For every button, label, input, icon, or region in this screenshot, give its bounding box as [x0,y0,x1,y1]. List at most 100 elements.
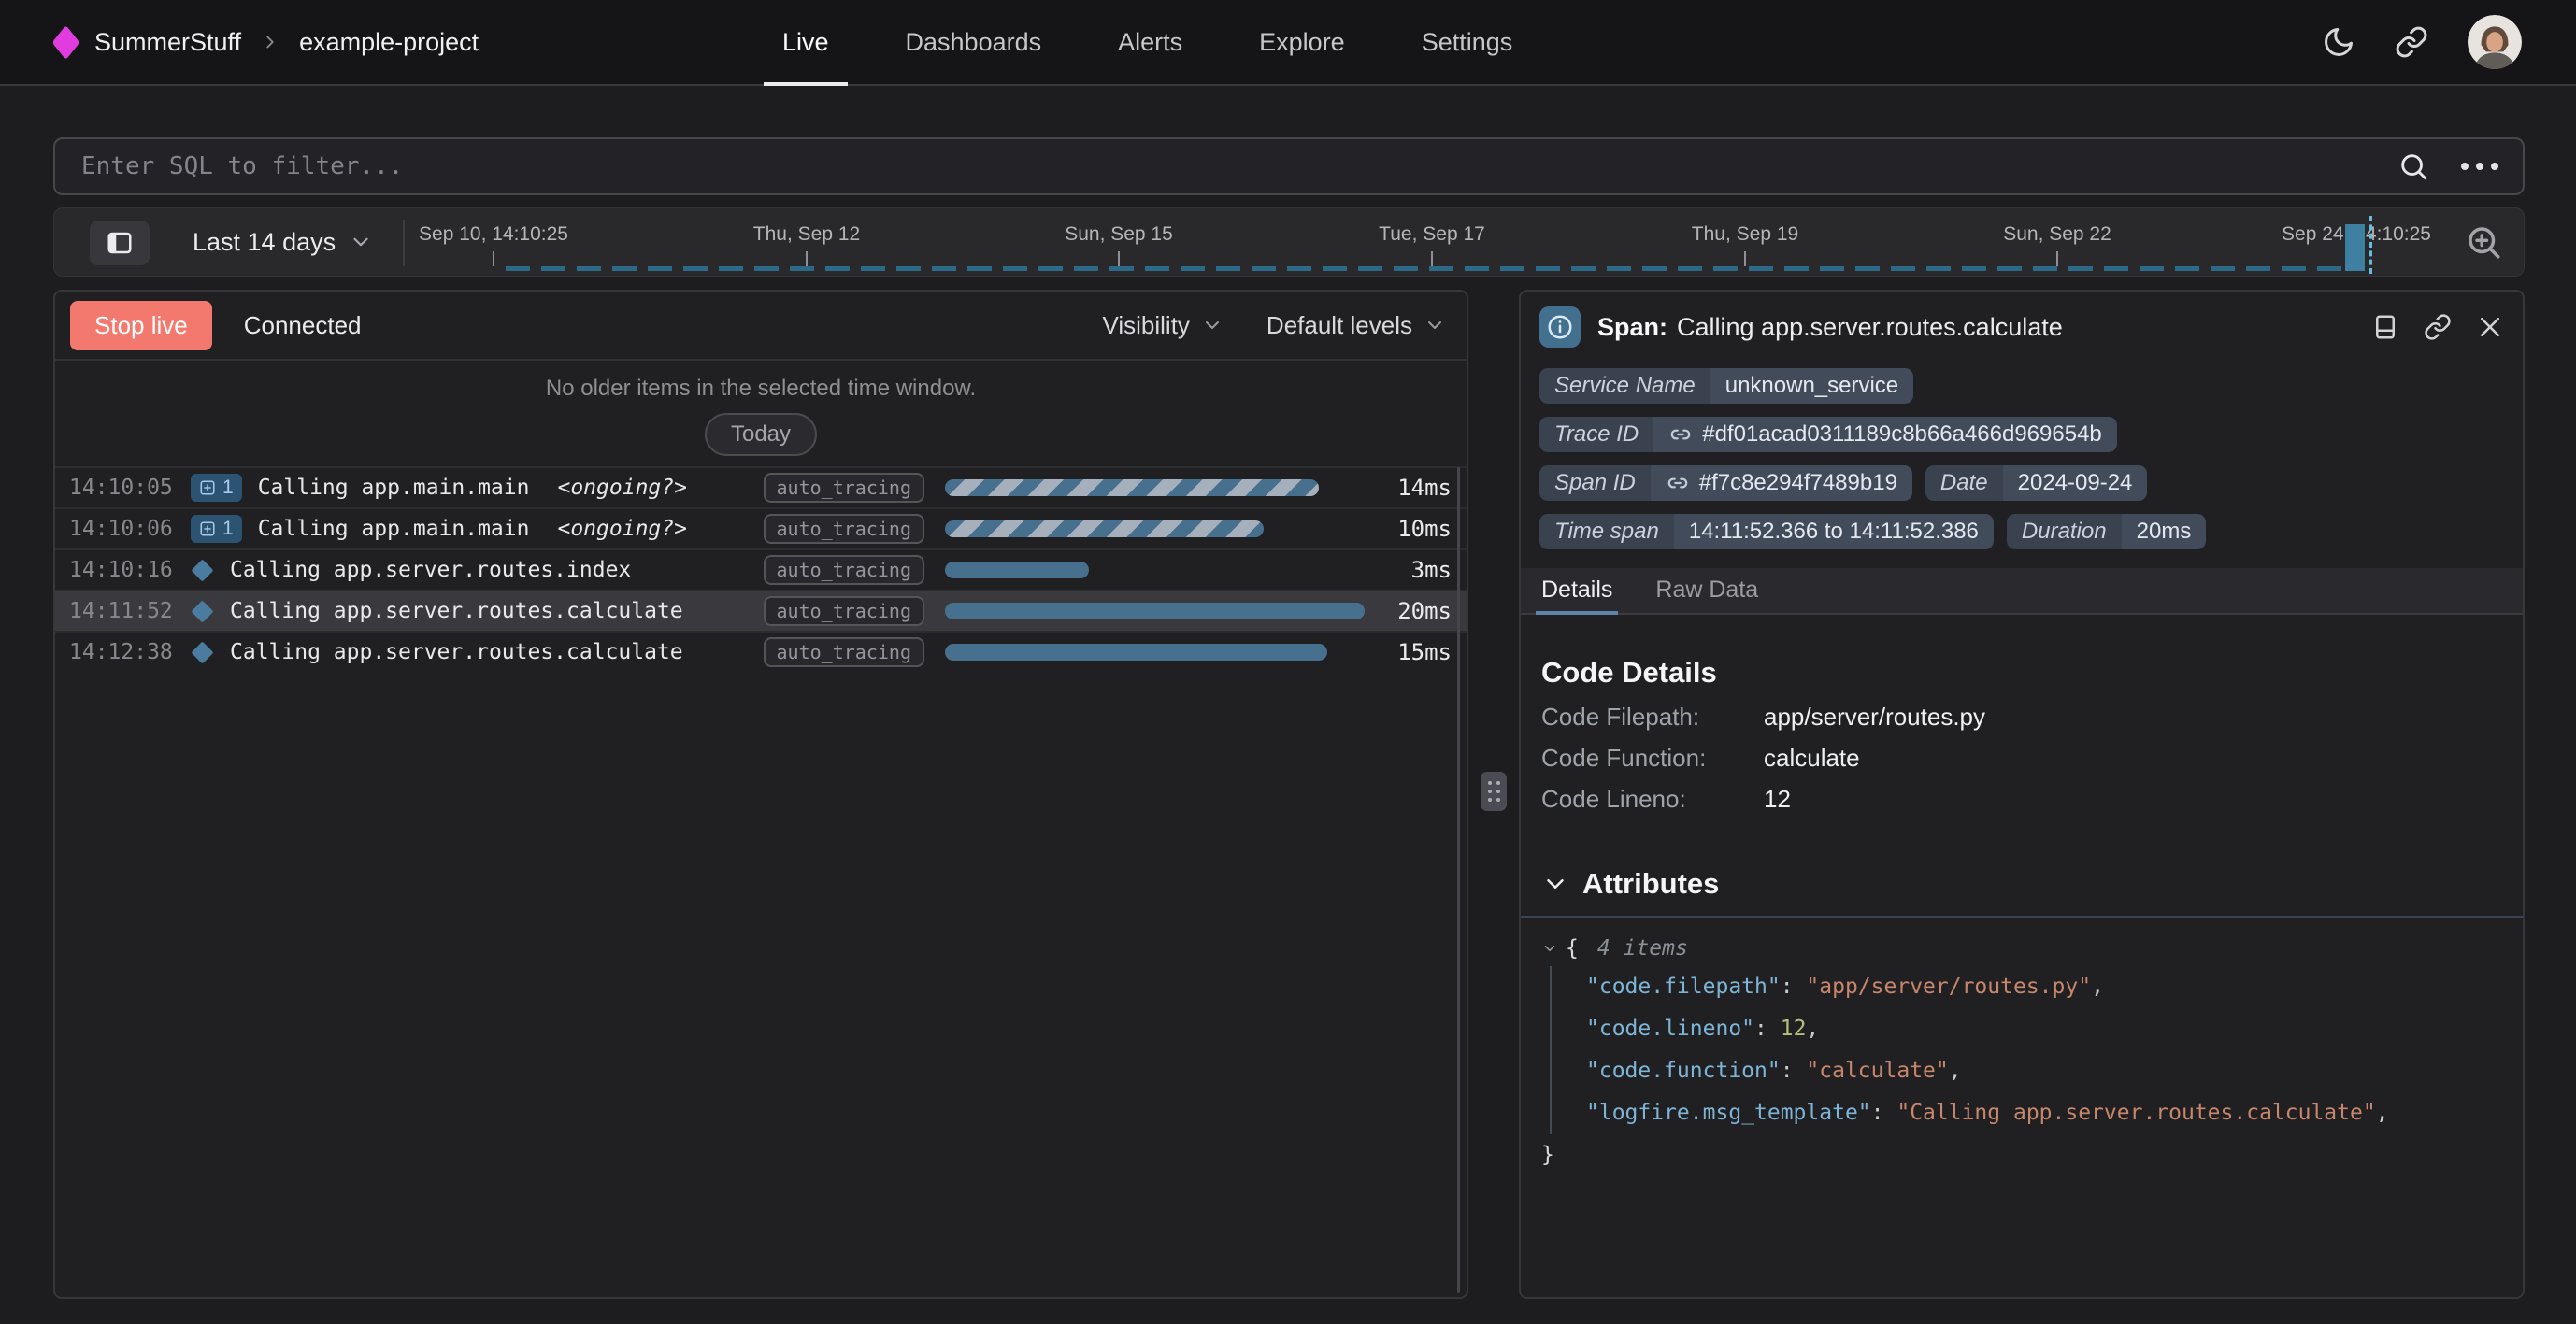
breadcrumb-project[interactable]: example-project [299,28,479,57]
row-duration: 3ms [1369,557,1467,583]
tab-alerts[interactable]: Alerts [1099,0,1201,84]
divider [403,220,405,266]
row-timestamp: 14:10:05 [69,476,191,500]
duration-badge: Duration20ms [2007,514,2206,549]
row-duration-track [945,603,1369,619]
detail-title: Span:Calling app.server.routes.calculate [1597,313,2063,342]
dock-panel-icon[interactable] [2371,313,2399,341]
log-row[interactable]: 14:12:38 Calling app.server.routes.calcu… [55,631,1467,672]
timeline-cursor [2369,216,2372,274]
chevron-down-icon [349,230,373,254]
trace-id-badge: Trace ID#df01acad0311189c8b66a466d969654… [1539,417,2117,452]
log-row[interactable]: 14:10:06 1 Calling app.main.main <ongoin… [55,507,1467,548]
row-duration-bar [945,603,1365,619]
timeline-activity-strip [506,266,2345,271]
timeline-tick-label: Thu, Sep 12 [753,223,860,246]
row-message: Calling app.server.routes.calculate [230,599,683,623]
span-id-badge: Span ID#f7c8e294f7489b19 [1539,465,1912,501]
share-link-icon[interactable] [2395,25,2428,59]
log-row[interactable]: 14:10:05 1 Calling app.main.main <ongoin… [55,466,1467,507]
row-message: Calling app.server.routes.index [230,558,631,582]
log-row-selected[interactable]: 14:11:52 Calling app.server.routes.calcu… [55,590,1467,631]
timeline-tick-mark [2056,251,2058,266]
attributes-json-viewer: { 4 items "code.filepath": "app/server/r… [1541,936,2502,1176]
time-range-dropdown[interactable]: Last 14 days [193,208,373,276]
timeline-tick-mark [1118,251,1120,266]
code-filepath-row: Code Filepath:app/server/routes.py [1541,703,2502,731]
today-button[interactable]: Today [705,413,817,456]
chevron-down-icon [1424,314,1446,336]
code-function-row: Code Function:calculate [1541,744,2502,772]
info-icon [1539,306,1581,348]
nav-tabs: Live Dashboards Alerts Explore Settings [764,0,1531,84]
divider [1521,916,2523,918]
span-diamond-icon [191,559,213,581]
json-entry: "code.lineno": 12, [1586,1008,2502,1050]
sql-filter-input[interactable] [79,151,2397,181]
trace-link-icon[interactable] [1668,422,1693,447]
live-view-panel: Stop live Connected Visibility Default l… [53,290,1468,1299]
sidebar-toggle-button[interactable] [90,221,150,265]
timeline-tick-label: Thu, Sep 19 [1692,223,1798,246]
row-scope-tag[interactable]: auto_tracing [764,596,925,626]
json-entry: "code.filepath": "app/server/routes.py", [1586,966,2502,1008]
time-span-badge: Time span14:11:52.366 to 14:11:52.386 [1539,514,1994,549]
code-details-section: Code Details Code Filepath:app/server/ro… [1521,656,2523,813]
attributes-heading: Attributes [1541,867,2502,901]
moon-icon[interactable] [2322,25,2355,59]
breadcrumb: SummerStuff example-project [0,28,479,57]
row-duration-track [945,479,1369,496]
children-count-badge[interactable]: 1 [191,515,242,543]
row-scope-tag[interactable]: auto_tracing [764,514,925,544]
timeline-tick-mark [1744,251,1746,266]
row-scope-tag[interactable]: auto_tracing [764,473,925,503]
tab-settings[interactable]: Settings [1403,0,1532,84]
stop-live-button[interactable]: Stop live [70,301,212,350]
copy-link-icon[interactable] [2424,313,2452,341]
json-collapse-icon[interactable] [1541,940,1558,957]
live-panel-header: Stop live Connected Visibility Default l… [55,292,1467,361]
detail-header: Span:Calling app.server.routes.calculate [1521,292,2523,363]
row-duration: 14ms [1369,475,1467,501]
default-levels-dropdown[interactable]: Default levels [1267,311,1446,340]
tab-explore[interactable]: Explore [1240,0,1364,84]
span-diamond-icon [191,641,213,663]
row-timestamp: 14:10:06 [69,517,191,541]
breadcrumb-org[interactable]: SummerStuff [94,28,241,57]
visibility-dropdown[interactable]: Visibility [1102,311,1223,340]
tab-live[interactable]: Live [764,0,848,84]
row-scope-tag[interactable]: auto_tracing [764,555,925,585]
date-badge: Date2024-09-24 [1925,465,2147,501]
json-entry: "code.function": "calculate", [1586,1050,2502,1092]
scrollbar[interactable] [1457,467,1460,1293]
timeline-tick-mark [806,251,808,266]
row-duration-bar [945,479,1319,496]
panel-resize-handle[interactable] [1481,772,1507,811]
time-range-bar[interactable]: Last 14 days Sep 10, 14:10:25 Thu, Sep 1… [53,207,2525,277]
top-nav: SummerStuff example-project Live Dashboa… [0,0,2576,86]
tab-raw-data[interactable]: Raw Data [1655,577,1758,613]
code-details-heading: Code Details [1541,656,2502,690]
span-diamond-icon [191,600,213,622]
timeline-tick-label: Sun, Sep 22 [2003,223,2111,246]
logo-diamond-icon[interactable] [52,24,80,59]
nav-actions [2322,0,2522,84]
more-options-icon[interactable] [2461,163,2498,170]
tab-details[interactable]: Details [1541,577,1612,613]
row-duration-bar [945,644,1327,661]
span-link-icon[interactable] [1666,471,1690,495]
zoom-in-icon[interactable] [2464,222,2503,262]
user-avatar[interactable] [2468,15,2522,69]
search-icon[interactable] [2397,150,2429,182]
row-duration-track [945,644,1369,661]
close-icon[interactable] [2476,313,2504,341]
log-row[interactable]: 14:10:16 Calling app.server.routes.index… [55,548,1467,590]
children-count-badge[interactable]: 1 [191,474,242,502]
tab-dashboards[interactable]: Dashboards [887,0,1061,84]
row-scope-tag[interactable]: auto_tracing [764,637,925,667]
collapse-chevron-icon[interactable] [1541,870,1569,898]
row-message: Calling app.main.main [258,517,530,541]
chevron-right-icon [260,32,280,52]
span-detail-panel: Span:Calling app.server.routes.calculate… [1519,290,2525,1299]
row-message: Calling app.server.routes.calculate [230,640,683,664]
